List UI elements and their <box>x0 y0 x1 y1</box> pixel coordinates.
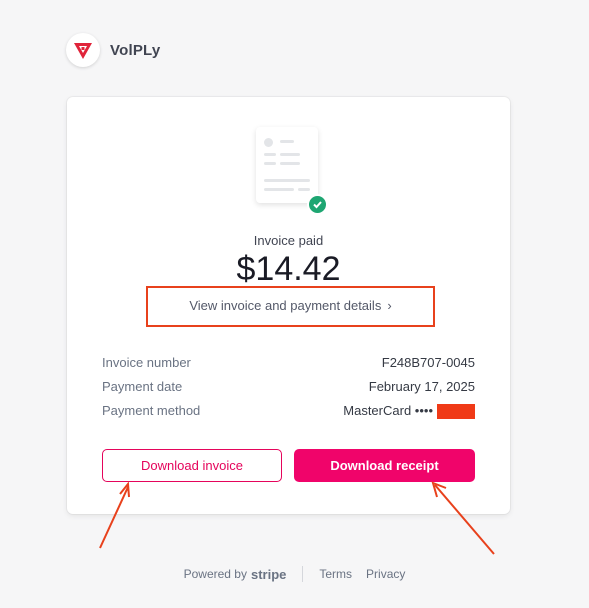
privacy-link[interactable]: Privacy <box>366 567 405 581</box>
footer: Powered by stripe Terms Privacy <box>0 566 589 582</box>
powered-by-label: Powered by <box>183 567 247 581</box>
annotation-arrows <box>99 481 495 555</box>
terms-link[interactable]: Terms <box>319 567 352 581</box>
annotation-arrow <box>434 484 495 555</box>
footer-divider <box>302 566 304 582</box>
stripe-logo[interactable]: stripe <box>251 567 286 582</box>
annotation-arrow <box>99 486 129 549</box>
